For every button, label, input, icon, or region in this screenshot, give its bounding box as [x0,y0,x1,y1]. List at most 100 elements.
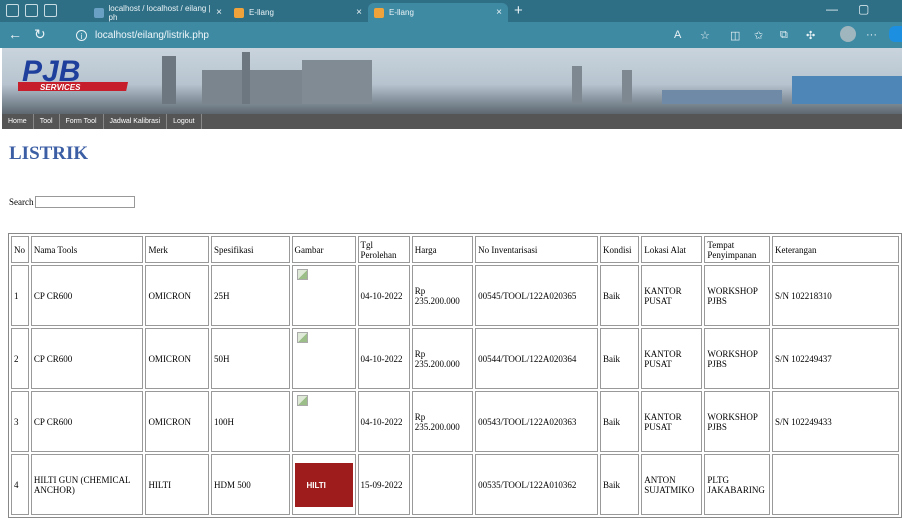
cell-no-inventarisasi: 00543/TOOL/122A020363 [475,391,599,452]
plant-structure [662,90,782,104]
cell-lokasi-alat: KANTOR PUSAT [641,391,703,452]
cell-lokasi-alat: ANTON SUJATMIKO [641,454,703,515]
cell-gambar: HILTI [291,454,356,515]
browser-tab-2[interactable]: E-llang × [228,3,368,22]
broken-image-icon [296,395,308,406]
col-header-nama-tools: Nama Tools [30,236,144,263]
tab-label: localhost / localhost / eilang | ph [108,3,211,22]
url-text: localhost/eilang/listrik.php [95,29,209,41]
cell-spesifikasi: 50H [210,328,290,389]
cell-gambar [291,265,356,326]
col-header-no-inventarisasi: No Inventarisasi [475,236,599,263]
col-header-kondisi: Kondisi [600,236,640,263]
pjb-services-logo: PJB SERVICES [18,55,129,92]
chimney [572,66,582,104]
favorite-star-icon[interactable]: ☆ [700,29,710,42]
cell-no-inventarisasi: 00544/TOOL/122A020364 [475,328,599,389]
cell-merk: OMICRON [145,391,209,452]
close-tab-icon[interactable]: × [496,7,502,18]
cell-lokasi-alat: KANTOR PUSAT [641,328,703,389]
cell-kondisi: Baik [600,328,640,389]
cell-spesifikasi: 25H [210,265,290,326]
menu-tool-link[interactable]: Tool [34,114,60,129]
tab-label: E-llang [249,8,274,17]
close-tab-icon[interactable]: × [216,7,222,18]
new-tab-button[interactable]: + [514,2,523,19]
cell-tempat-penyimpanan: WORKSHOP PJBS [704,328,771,389]
menu-logout-link[interactable]: Logout [167,114,202,129]
cell-kondisi: Baik [600,454,640,515]
search-input[interactable] [34,196,135,208]
col-header-tempat-penyimpanan: Tempat Penyimpanan [704,236,771,263]
cell-nama-tools: CP CR600 [30,328,144,389]
back-arrow-icon[interactable]: ← [8,26,22,42]
address-bar-row: ← ↻ i localhost/eilang/listrik.php A ☆ ◫… [0,22,902,48]
cell-spesifikasi: HDM 500 [210,454,290,515]
profile-avatar[interactable] [840,26,856,42]
cell-keterangan [772,454,899,515]
table-row: 3 CP CR600 OMICRON 100H 04-10-2022 Rp 23… [11,391,899,452]
col-header-harga: Harga [411,236,474,263]
read-aloud-icon[interactable]: A [674,29,681,41]
col-header-keterangan: Keterangan [772,236,899,263]
cell-no: 2 [11,328,29,389]
col-header-lokasi-alat: Lokasi Alat [641,236,703,263]
minimize-icon[interactable]: — [826,2,838,16]
plant-structure [162,56,176,104]
maximize-icon[interactable]: ▢ [858,2,869,16]
cell-no: 4 [11,454,29,515]
url-field[interactable]: i localhost/eilang/listrik.php [76,26,656,44]
cell-tgl-perolehan: 04-10-2022 [357,391,410,452]
table-row: 4 HILTI GUN (CHEMICAL ANCHOR) HILTI HDM … [11,454,899,515]
broken-image-icon [296,269,308,280]
more-menu-icon[interactable]: ··· [866,29,877,41]
browser-tab-3-active[interactable]: E-llang × [368,3,508,22]
col-header-tgl-perolehan: Tgl Perolehan [357,236,410,263]
cell-kondisi: Baik [600,391,640,452]
plant-structure [202,70,302,104]
menu-home-link[interactable]: Home [2,114,34,129]
plant-structure [302,60,372,104]
col-header-spesifikasi: Spesifikasi [210,236,290,263]
cell-no: 1 [11,265,29,326]
page-favicon-icon [234,7,244,18]
tab-actions [6,4,57,17]
site-banner: PJB SERVICES [2,48,902,114]
logo-subtext: SERVICES [40,83,81,92]
browser-tab-1[interactable]: localhost / localhost / eilang | ph × [88,3,228,22]
menu-form-tool-link[interactable]: Form Tool [60,114,104,129]
cell-harga: Rp 235.200.000 [411,265,474,326]
cell-merk: OMICRON [145,265,209,326]
cell-tempat-penyimpanan: PLTG JAKABARING [704,454,771,515]
refresh-icon[interactable]: ↻ [34,26,46,43]
cell-nama-tools: HILTI GUN (CHEMICAL ANCHOR) [30,454,144,515]
site-menu: Home Tool Form Tool Jadwal Kalibrasi Log… [2,114,902,129]
cell-harga [411,454,474,515]
cell-keterangan: S/N 102249433 [772,391,899,452]
close-tab-icon[interactable]: × [356,7,362,18]
collections-icon[interactable]: ⧉ [780,29,788,42]
workspaces-icon[interactable] [6,4,19,17]
chimney [622,70,632,104]
hilti-case-photo: HILTI [294,462,353,507]
page-favicon-icon [374,7,384,18]
cell-no: 3 [11,391,29,452]
cell-keterangan: S/N 102249437 [772,328,899,389]
menu-jadwal-kalibrasi-link[interactable]: Jadwal Kalibrasi [104,114,168,129]
tab-label: E-llang [389,8,414,17]
cell-spesifikasi: 100H [210,391,290,452]
cell-tgl-perolehan: 04-10-2022 [357,328,410,389]
photo-label: HILTI [306,480,326,490]
extensions-icon[interactable]: ✣ [806,29,815,42]
favorites-icon[interactable]: ✩ [754,29,763,42]
col-header-merk: Merk [145,236,209,263]
search-label: Search [9,197,34,207]
tab-groups-icon[interactable] [25,4,38,17]
page-title: LISTRIK [9,143,89,164]
tools-table: No Nama Tools Merk Spesifikasi Gambar Tg… [8,233,902,518]
vertical-tabs-icon[interactable] [44,4,57,17]
info-icon[interactable]: i [76,29,87,41]
copilot-icon[interactable] [889,26,902,42]
cell-tempat-penyimpanan: WORKSHOP PJBS [704,265,771,326]
split-screen-icon[interactable]: ◫ [730,29,740,42]
